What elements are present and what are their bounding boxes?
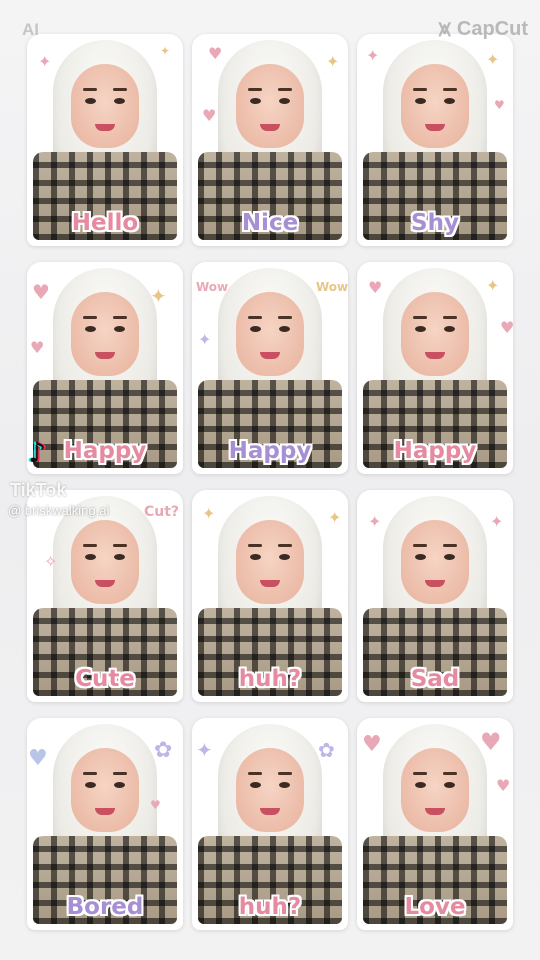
face (71, 520, 139, 604)
tiktok-logo-icon: ♪ (28, 436, 46, 469)
flower-icon: ✿ (154, 738, 173, 763)
heart-icon: ♥ (494, 98, 505, 112)
face (71, 64, 139, 148)
sparkle-icon: ✦ (328, 508, 342, 527)
flower-icon: ✿ (318, 738, 335, 762)
face (236, 520, 304, 604)
sparkle-icon: ✦ (486, 276, 500, 295)
ai-watermark: AI (22, 20, 39, 39)
sparkle-icon: ✦ (368, 512, 382, 531)
sparkle-icon: ✦ (160, 44, 171, 58)
face (401, 520, 469, 604)
sticker-label: Sad (410, 666, 460, 692)
sticker-sheet: Hello Nice Shy Happy Happy Happy Cute hu… (0, 0, 540, 960)
heart-icon: ♥ (32, 280, 50, 304)
wow-decoration: Wow (196, 280, 229, 294)
tiktok-name: TikTok (10, 480, 67, 500)
heart-icon: ♥ (28, 746, 48, 771)
sparkle-icon: ✦ (202, 504, 216, 523)
sticker-label: Happy (393, 438, 477, 464)
face (236, 64, 304, 148)
heart-icon: ♥ (500, 318, 515, 337)
sparkle-icon: ✦ (150, 284, 167, 308)
capcut-name: CapCut (456, 17, 528, 40)
sparkle-icon: ✧ (44, 552, 58, 571)
capcut-watermark: ⩙ CapCut (438, 16, 528, 42)
sticker-label: huh? (238, 666, 302, 692)
sparkle-icon: ✦ (196, 738, 213, 762)
sticker-label: Happy (228, 438, 312, 464)
sticker-label: Love (404, 894, 466, 920)
capcut-logo-icon: ⩙ (438, 16, 451, 41)
face (71, 748, 139, 832)
face (236, 748, 304, 832)
sparkle-icon: ✦ (38, 52, 52, 71)
face (401, 292, 469, 376)
sparkle-icon: ✦ (326, 52, 340, 71)
face (71, 292, 139, 376)
face (236, 292, 304, 376)
heart-icon: ♥ (202, 106, 217, 125)
sticker-label: Nice (241, 210, 299, 236)
sticker-label: Cute (75, 666, 135, 692)
sparkle-icon: ✦ (486, 50, 500, 69)
sticker-label: Bored (66, 894, 144, 920)
heart-icon: ♥ (362, 732, 382, 757)
heart-icon: ♥ (368, 278, 383, 297)
wow-decoration: Wow (316, 280, 349, 294)
sticker-label: Shy (411, 210, 459, 236)
sticker-label: huh? (238, 894, 302, 920)
heart-icon: ♥ (496, 776, 511, 795)
sparkle-icon: ✦ (198, 330, 212, 349)
sparkle-icon: ✦ (490, 512, 504, 531)
face (401, 748, 469, 832)
face (401, 64, 469, 148)
sticker-label: Hello (71, 210, 139, 236)
tiktok-handle: @ briskwalking.ai (8, 503, 110, 518)
heart-icon: ♥ (30, 338, 45, 357)
sticker-card: Cute (27, 490, 183, 702)
heart-icon: ♥ (150, 798, 161, 812)
heart-icon: ♥ (480, 728, 502, 756)
heart-icon: ♥ (208, 44, 223, 63)
sticker-card: Nice (192, 34, 348, 246)
sparkle-icon: ✦ (366, 46, 380, 65)
cute-decoration: Cut? (144, 504, 180, 520)
